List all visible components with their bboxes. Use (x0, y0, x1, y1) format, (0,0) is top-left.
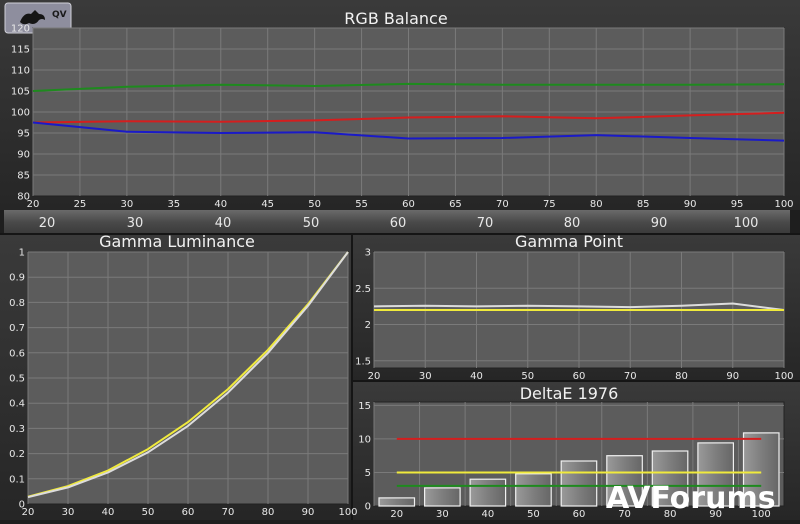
band-label: 40 (215, 216, 232, 231)
rgb-chart-title: RGB Balance (344, 9, 447, 28)
band-label: 100 (734, 216, 759, 231)
gamma_lum-y-tick-label: 0.7 (9, 323, 25, 334)
gamma_lum-x-tick-label: 80 (262, 507, 275, 518)
rgb-y-tick-label: 90 (17, 150, 30, 161)
rgb-x-tick-label: 85 (637, 199, 650, 210)
rgb-y-tick-label: 110 (11, 66, 30, 77)
rgb-x-tick-label: 50 (308, 199, 321, 210)
gamma_point-y-tick-label: 2 (365, 320, 371, 331)
rgb-x-tick-label: 80 (590, 199, 603, 210)
gamma-luminance-title: Gamma Luminance (99, 232, 255, 251)
gamma_lum-x-tick-label: 40 (102, 507, 115, 518)
deltae-x-tick-label: 50 (527, 509, 540, 520)
rgb-x-tick-label: 90 (684, 199, 697, 210)
gamma_lum-y-tick-label: 0.1 (9, 474, 25, 485)
deltae-title: DeltaE 1976 (520, 384, 619, 403)
deltae-bar (424, 487, 461, 507)
rgb-x-tick-label: 70 (496, 199, 509, 210)
rgb-y-tick-label: 105 (11, 87, 30, 98)
gamma_lum-x-tick-label: 50 (142, 507, 155, 518)
gamma_point-x-tick-label: 50 (521, 371, 534, 382)
gamma_lum-x-tick-label: 70 (222, 507, 235, 518)
rgb-x-tick-label: 45 (261, 199, 274, 210)
watermark: AVForums (606, 481, 776, 516)
deltae-bar (469, 478, 507, 507)
deltae-x-tick-label: 60 (573, 509, 586, 520)
gamma_point-x-tick-label: 30 (419, 371, 432, 382)
deltae-bar (515, 473, 552, 507)
deltae-y-tick-label: 10 (358, 434, 371, 445)
gamma_point-x-tick-label: 70 (624, 371, 637, 382)
gamma_lum-y-tick-label: 0.2 (9, 449, 25, 460)
calibration-report: QV RGB Balance Gamma Luminance Gamma Poi… (0, 0, 800, 520)
gamma_lum-y-tick-label: 0.5 (9, 374, 25, 385)
band-label: 80 (564, 216, 581, 231)
rgb-x-tick-label: 95 (731, 199, 744, 210)
rgb-y-tick-label: 100 (11, 108, 30, 119)
gamma_point-y-tick-label: 1.5 (355, 356, 371, 367)
rgb-x-tick-label: 35 (167, 199, 180, 210)
gamma_point-x-tick-label: 20 (368, 371, 381, 382)
gamma_lum-x-tick-label: 20 (22, 507, 35, 518)
gamma_lum-y-tick-label: 0.6 (9, 348, 25, 359)
band-label: 30 (127, 216, 144, 231)
band-label: 70 (477, 216, 494, 231)
logo-text: QV (52, 10, 67, 20)
rgb-y-tick-label: 120 (11, 24, 30, 35)
deltae-bar (378, 497, 416, 507)
deltae-bar (560, 460, 598, 507)
rgb-y-tick-label: 115 (11, 45, 30, 56)
band-label: 50 (303, 216, 320, 231)
rgb-y-tick-label: 95 (17, 129, 30, 140)
deltae-x-tick-label: 20 (390, 509, 403, 520)
gamma-point-title: Gamma Point (515, 232, 623, 251)
gamma_lum-y-tick-label: 0.4 (9, 399, 25, 410)
band-label: 90 (651, 216, 668, 231)
gamma_point-x-tick-label: 100 (774, 371, 793, 382)
gamma_point-y-tick-label: 3 (365, 248, 371, 259)
rgb-x-tick-label: 75 (543, 199, 556, 210)
gamma_lum-y-tick-label: 0.8 (9, 298, 25, 309)
gamma_lum-x-tick-label: 30 (62, 507, 75, 518)
gamma_point-x-tick-label: 40 (470, 371, 483, 382)
rgb-x-tick-label: 25 (74, 199, 87, 210)
rgb-x-tick-label: 40 (214, 199, 227, 210)
report-canvas: QV RGB Balance Gamma Luminance Gamma Poi… (0, 0, 800, 520)
band-label: 60 (390, 216, 407, 231)
band-label: 20 (39, 216, 56, 231)
gamma_lum-x-tick-label: 90 (302, 507, 315, 518)
rgb-x-tick-label: 60 (402, 199, 415, 210)
gamma_lum-y-tick-label: 0.9 (9, 273, 25, 284)
rgb-x-tick-label: 100 (774, 199, 793, 210)
deltae-x-tick-label: 40 (482, 509, 495, 520)
rgb-x-tick-label: 30 (121, 199, 134, 210)
deltae-y-tick-label: 5 (365, 468, 371, 479)
gamma_point-x-tick-label: 80 (675, 371, 688, 382)
gamma_lum-x-tick-label: 100 (338, 507, 357, 518)
rgb-x-tick-label: 55 (355, 199, 368, 210)
gamma_lum-x-tick-label: 60 (182, 507, 195, 518)
deltae-y-tick-label: 0 (365, 502, 371, 513)
rgb-x-tick-label: 65 (449, 199, 462, 210)
deltae-y-tick-label: 15 (358, 401, 371, 412)
rgb-y-tick-label: 85 (17, 171, 30, 182)
gamma_lum-y-tick-label: 1 (19, 248, 25, 259)
rgb-x-tick-label: 20 (27, 199, 40, 210)
deltae-x-tick-label: 30 (436, 509, 449, 520)
gamma_lum-y-tick-label: 0.3 (9, 424, 25, 435)
gamma_point-y-tick-label: 2.5 (355, 284, 371, 295)
gamma_point-x-tick-label: 60 (573, 371, 586, 382)
gamma_point-x-tick-label: 90 (726, 371, 739, 382)
